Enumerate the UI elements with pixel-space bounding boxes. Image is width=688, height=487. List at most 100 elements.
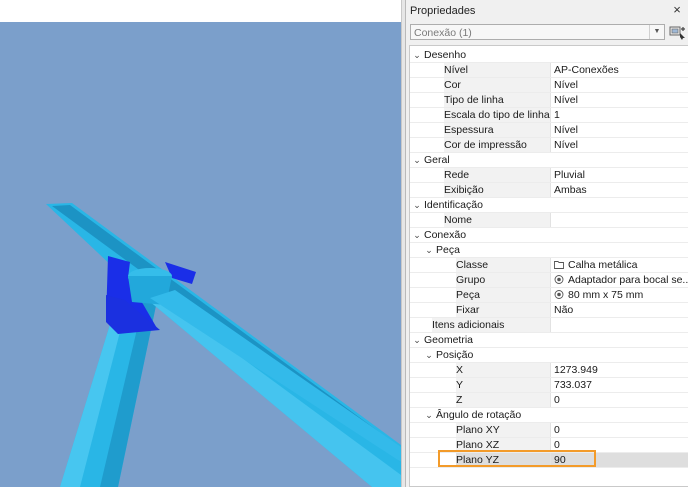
property-row-fixar[interactable]: Fixar Não: [410, 303, 688, 318]
property-row-espessura[interactable]: Espessura Nível: [410, 123, 688, 138]
property-label: Nível: [444, 63, 550, 78]
property-value[interactable]: Nível: [550, 123, 688, 138]
property-value[interactable]: Adaptador para bocal se...: [550, 273, 688, 288]
property-value-text: 80 mm x 75 mm: [568, 289, 644, 301]
property-label: Conexão: [424, 229, 467, 241]
target-icon: [554, 275, 564, 284]
property-row-tipo-de-linha[interactable]: Tipo de linha Nível: [410, 93, 688, 108]
property-row-cor-de-impressao[interactable]: Cor de impressão Nível: [410, 138, 688, 153]
property-value[interactable]: 1: [550, 108, 688, 123]
property-row-grupo[interactable]: Grupo Adaptador para bocal se...: [410, 273, 688, 288]
property-row-classe[interactable]: Classe Calha metálica: [410, 258, 688, 273]
property-value[interactable]: Nível: [550, 138, 688, 153]
property-label: Rede: [444, 168, 550, 183]
property-row-plano-xz[interactable]: Plano XZ 0: [410, 438, 688, 453]
category-geometria[interactable]: ⌄ Geometria: [410, 333, 688, 348]
close-button[interactable]: ×: [669, 2, 685, 18]
property-value-text: 0: [554, 394, 560, 406]
property-label: Nome: [444, 213, 550, 228]
category-conexao[interactable]: ⌄ Conexão: [410, 228, 688, 243]
3d-scene: [46, 203, 401, 487]
property-label: Itens adicionais: [432, 318, 550, 333]
property-value-text: Nível: [554, 94, 578, 106]
category-posicao[interactable]: ⌄ Posição: [410, 348, 688, 363]
property-value-text: AP-Conexões: [554, 64, 619, 76]
property-value-text: Ambas: [554, 184, 587, 196]
property-value-text: 0: [554, 424, 560, 436]
chevron-down-icon[interactable]: ⌄: [412, 333, 422, 348]
property-row-x[interactable]: X 1273.949: [410, 363, 688, 378]
property-row-y[interactable]: Y 733.037: [410, 378, 688, 393]
property-value[interactable]: [550, 318, 688, 333]
property-row-peca[interactable]: Peça 80 mm x 75 mm: [410, 288, 688, 303]
property-value[interactable]: Não: [550, 303, 688, 318]
property-label: Desenho: [424, 49, 467, 61]
category-angulo-de-rotacao[interactable]: ⌄ Ângulo de rotação: [410, 408, 688, 423]
property-label: Y: [456, 378, 550, 393]
property-value[interactable]: 0: [550, 393, 688, 408]
property-value[interactable]: Calha metálica: [550, 258, 688, 273]
category-identificacao[interactable]: ⌄ Identificação: [410, 198, 688, 213]
chevron-down-icon[interactable]: ⌄: [424, 243, 434, 258]
property-label: Geometria: [424, 334, 474, 346]
property-value-text: Pluvial: [554, 169, 585, 181]
property-row-nivel[interactable]: Nível AP-Conexões: [410, 63, 688, 78]
property-label: Plano XY: [456, 423, 550, 438]
selection-dropdown[interactable]: Conexão (1) ▼: [410, 24, 665, 40]
property-value[interactable]: Pluvial: [550, 168, 688, 183]
chevron-down-icon[interactable]: ⌄: [412, 198, 422, 213]
property-label: Posição: [436, 349, 474, 361]
property-label: Peça: [436, 244, 460, 256]
property-row-plano-xy[interactable]: Plano XY 0: [410, 423, 688, 438]
property-label: Cor: [444, 78, 550, 93]
property-row-exibicao[interactable]: Exibição Ambas: [410, 183, 688, 198]
selection-value: Conexão (1): [414, 27, 472, 39]
category-peca[interactable]: ⌄ Peça: [410, 243, 688, 258]
chevron-down-icon[interactable]: ⌄: [412, 153, 422, 168]
gutter-front: [150, 290, 401, 462]
property-value-text: Não: [554, 304, 574, 316]
property-row-cor[interactable]: Cor Nível: [410, 78, 688, 93]
property-value[interactable]: 733.037: [550, 378, 688, 393]
property-value-text: Calha metálica: [568, 259, 638, 271]
property-row-escala-do-tipo-de-linha[interactable]: Escala do tipo de linha 1: [410, 108, 688, 123]
property-value-text: 1: [554, 109, 560, 121]
property-row-itens-adicionais[interactable]: Itens adicionais: [410, 318, 688, 333]
property-row-z[interactable]: Z0: [410, 393, 688, 408]
chevron-down-icon[interactable]: ⌄: [412, 48, 422, 63]
property-row-rede[interactable]: Rede Pluvial: [410, 168, 688, 183]
category-desenho[interactable]: ⌄ Desenho: [410, 48, 688, 63]
property-row-nome[interactable]: Nome: [410, 213, 688, 228]
property-value[interactable]: 80 mm x 75 mm: [550, 288, 688, 303]
panel-title: Propriedades: [410, 5, 476, 17]
property-label: Classe: [456, 258, 550, 273]
chevron-down-icon[interactable]: ⌄: [412, 228, 422, 243]
chevron-down-icon: ▼: [649, 25, 664, 39]
chevron-down-icon[interactable]: ⌄: [424, 408, 434, 423]
category-geral[interactable]: ⌄ Geral: [410, 153, 688, 168]
folder-icon: [554, 261, 564, 269]
property-value[interactable]: 0: [550, 423, 688, 438]
property-value-text: Nível: [554, 79, 578, 91]
chevron-down-icon[interactable]: ⌄: [424, 348, 434, 363]
quick-select-icon[interactable]: [669, 23, 687, 41]
3d-viewport[interactable]: [0, 0, 401, 487]
property-label: Identificação: [424, 199, 483, 211]
property-value-text: 90: [554, 454, 566, 466]
properties-panel: Propriedades × Conexão (1) ▼ ⌄ Desenho Nív…: [405, 0, 688, 487]
property-label: Z: [456, 393, 550, 408]
property-value[interactable]: Nível: [550, 93, 688, 108]
property-value[interactable]: 90: [550, 453, 688, 468]
property-value[interactable]: 0: [550, 438, 688, 453]
property-value[interactable]: Nível: [550, 78, 688, 93]
property-value-text: 0: [554, 439, 560, 451]
property-value[interactable]: 1273.949: [550, 363, 688, 378]
property-row-plano-yz[interactable]: Plano YZ 90: [410, 453, 688, 468]
row-divider: [410, 467, 688, 468]
property-value[interactable]: AP-Conexões: [550, 63, 688, 78]
property-value-text: Nível: [554, 124, 578, 136]
property-label: Espessura: [444, 123, 550, 138]
property-value[interactable]: Ambas: [550, 183, 688, 198]
property-label: Cor de impressão: [444, 138, 550, 153]
property-value[interactable]: [550, 213, 688, 228]
